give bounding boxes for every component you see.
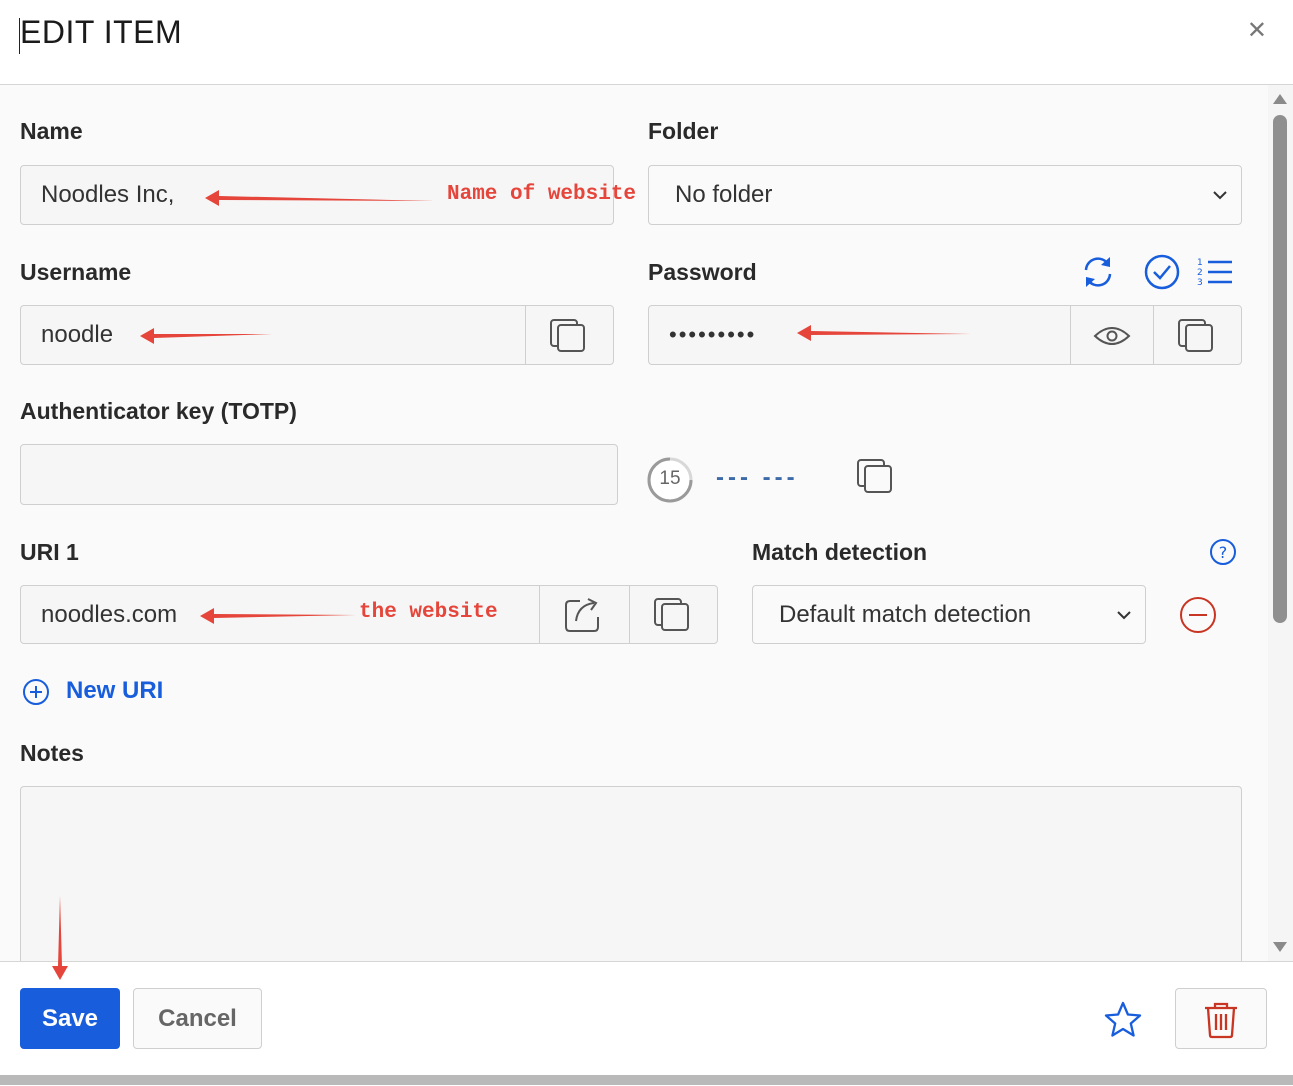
- password-arrow-icon: [797, 325, 971, 341]
- username-arrow-icon: [140, 328, 272, 344]
- save-arrow-icon: [52, 896, 68, 980]
- password-value: •••••••••: [669, 322, 757, 347]
- totp-label: Authenticator key (TOTP): [20, 398, 297, 424]
- scrollbar-thumb[interactable]: [1273, 115, 1287, 623]
- name-annotation: Name of website: [447, 183, 637, 206]
- folder-select[interactable]: No folder: [648, 165, 1242, 225]
- password-history-icon[interactable]: 1 2 3: [1196, 256, 1234, 288]
- copy-icon: [1178, 319, 1213, 352]
- delete-button[interactable]: [1175, 988, 1267, 1049]
- svg-text:?: ?: [1219, 543, 1228, 562]
- name-label: Name: [20, 118, 83, 144]
- generate-password-icon[interactable]: [1080, 254, 1116, 290]
- remove-uri-icon[interactable]: [1179, 596, 1217, 634]
- name-value: Noodles Inc,: [41, 181, 175, 208]
- uri-annotation: the website: [359, 601, 498, 624]
- folder-label: Folder: [648, 118, 719, 144]
- trash-icon: [1205, 1002, 1237, 1039]
- copy-totp-icon[interactable]: [857, 459, 895, 495]
- eye-icon: [1093, 327, 1131, 345]
- chevron-down-icon: [1117, 611, 1131, 620]
- dialog-header: EDIT ITEM ✕: [0, 0, 1293, 85]
- chevron-down-icon: [1213, 191, 1227, 200]
- cancel-button[interactable]: Cancel: [133, 988, 262, 1049]
- notes-label: Notes: [20, 740, 84, 766]
- notes-textarea[interactable]: [20, 786, 1242, 976]
- close-icon[interactable]: ✕: [1247, 16, 1267, 45]
- copy-icon: [654, 598, 689, 631]
- dialog-title: EDIT ITEM: [20, 14, 183, 50]
- save-button[interactable]: Save: [20, 988, 120, 1049]
- countdown-value: 15: [659, 468, 681, 489]
- toggle-password-visibility-button[interactable]: [1070, 306, 1153, 364]
- svg-text:1: 1: [1197, 258, 1203, 268]
- help-icon[interactable]: ?: [1209, 538, 1237, 566]
- copy-password-button[interactable]: [1153, 306, 1243, 364]
- username-input[interactable]: noodle: [20, 305, 614, 365]
- name-arrow-icon: [205, 190, 435, 206]
- totp-countdown: 15: [646, 456, 694, 504]
- check-password-icon[interactable]: [1144, 254, 1180, 290]
- scroll-down-arrow-icon[interactable]: [1273, 942, 1287, 952]
- username-value: noodle: [41, 321, 114, 348]
- match-detection-select[interactable]: Default match detection: [752, 585, 1146, 644]
- uri-arrow-icon: [200, 608, 356, 624]
- new-uri-label: New URI: [66, 677, 164, 704]
- svg-text:3: 3: [1197, 278, 1203, 288]
- launch-icon: [565, 598, 599, 632]
- copy-icon: [550, 319, 585, 352]
- copy-username-button[interactable]: [525, 306, 615, 364]
- add-circle-icon: [23, 679, 49, 705]
- totp-input[interactable]: [20, 444, 618, 505]
- folder-value: No folder: [675, 181, 773, 208]
- uri1-value: noodles.com: [41, 600, 178, 628]
- svg-text:2: 2: [1197, 268, 1203, 278]
- copy-uri-button[interactable]: [629, 586, 719, 643]
- launch-uri-button[interactable]: [539, 586, 629, 643]
- totp-code: --- ---: [716, 464, 799, 491]
- bottom-edge-bar: [0, 1075, 1293, 1085]
- favorite-star-icon[interactable]: [1104, 1001, 1142, 1037]
- scroll-up-arrow-icon[interactable]: [1273, 94, 1287, 104]
- username-label: Username: [20, 259, 132, 285]
- password-label: Password: [648, 259, 757, 285]
- uri1-label: URI 1: [20, 539, 79, 565]
- match-detection-value: Default match detection: [779, 600, 1032, 628]
- match-detection-label: Match detection: [752, 539, 928, 565]
